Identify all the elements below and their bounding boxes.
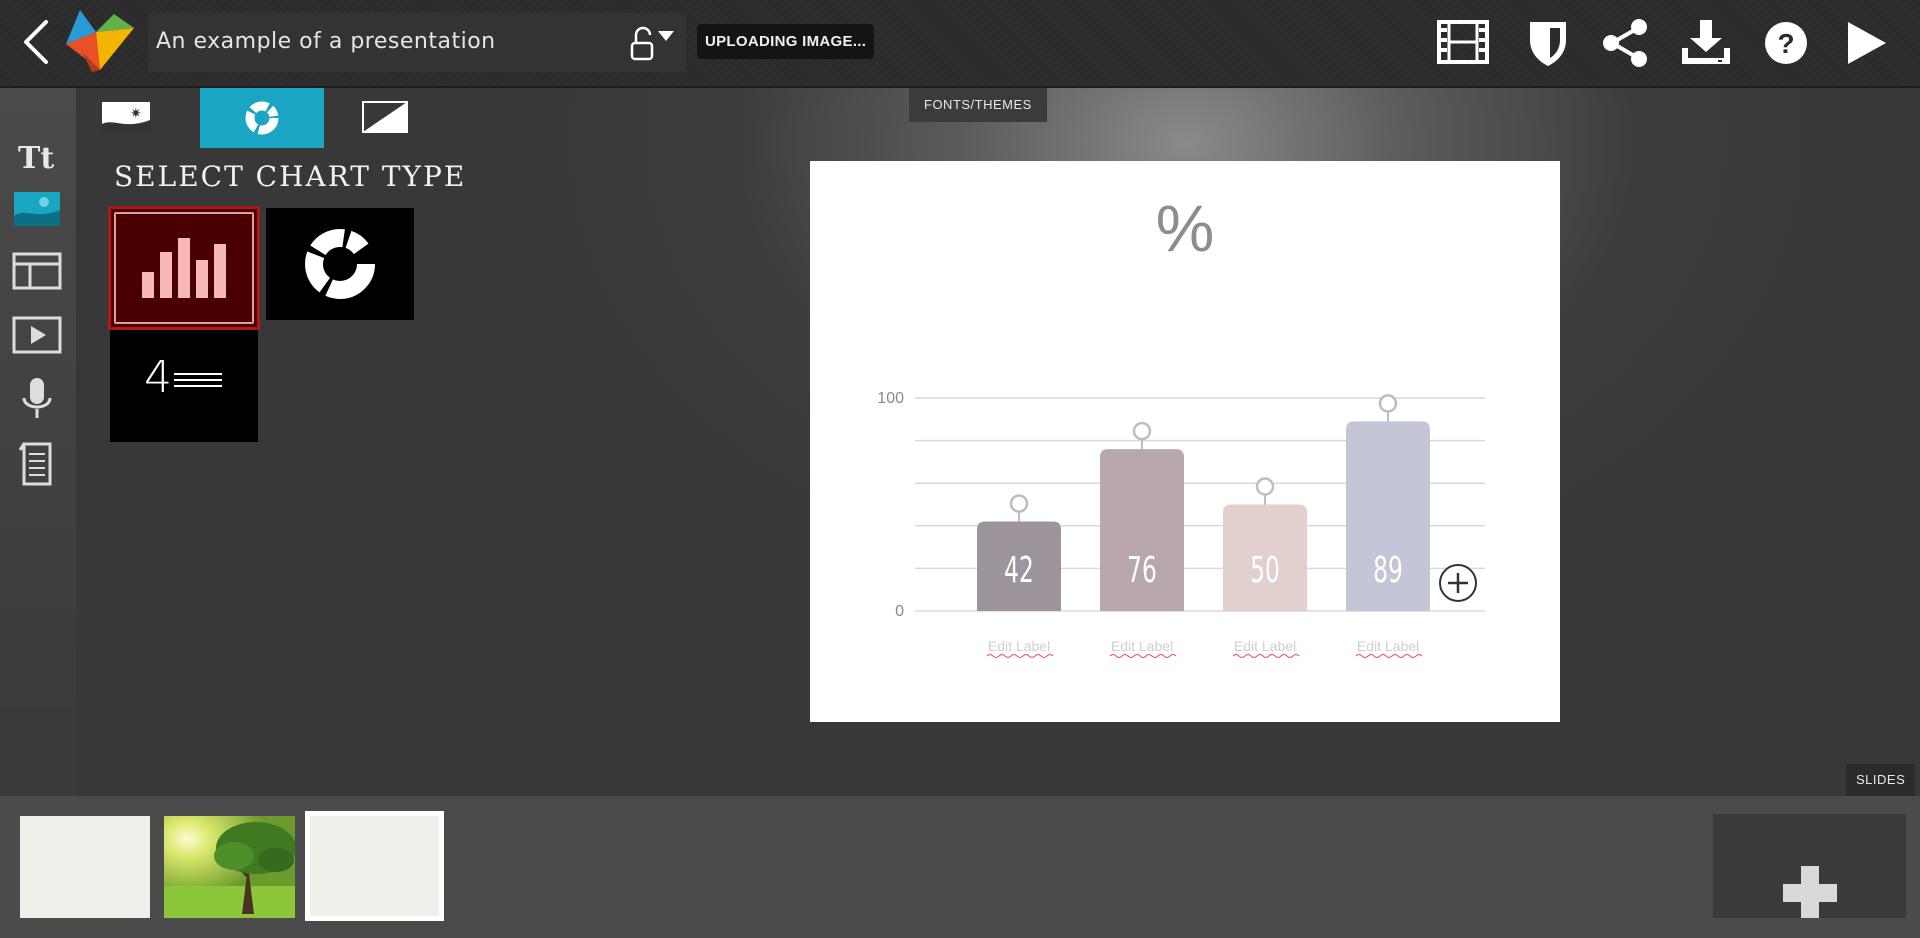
left-toolbar: Tt	[0, 88, 76, 708]
donut-chart-option[interactable]	[266, 208, 414, 320]
add-slide-button[interactable]	[1713, 814, 1906, 918]
svg-text:✷: ✷	[130, 106, 142, 122]
plus-icon	[1783, 866, 1837, 918]
image-tab-icon[interactable]: ✷	[100, 88, 152, 148]
bar-chart[interactable]: % 0 100 42 Edit Label 76 Edit Label 50 Edit Labe…	[810, 161, 1560, 722]
y-tick-label: 100	[877, 390, 904, 407]
chart-tab[interactable]	[200, 88, 324, 148]
bar-value-label: 50	[1250, 550, 1280, 591]
select-chart-type-heading: SELECT CHART TYPE	[114, 160, 467, 193]
text-tool-icon[interactable]: Tt	[10, 132, 64, 180]
spellcheck-underline	[1355, 654, 1423, 658]
image-tool-icon[interactable]	[10, 186, 64, 234]
bar-handle	[1255, 477, 1275, 496]
spellcheck-underline	[1232, 654, 1300, 658]
category-label[interactable]: Edit Label	[988, 638, 1050, 654]
slides-strip	[0, 796, 1920, 938]
chart-tab-icon	[245, 101, 279, 135]
background-tab-icon[interactable]	[360, 88, 410, 148]
slide-canvas[interactable]: % 0 100 42 Edit Label 76 Edit Label 50 Edit Labe…	[810, 161, 1560, 722]
bar-value-label: 89	[1373, 550, 1403, 591]
svg-text:Tt: Tt	[18, 141, 54, 176]
bar-handle	[1009, 494, 1029, 513]
help-icon[interactable]: ?	[1758, 18, 1814, 68]
chart-panel: ✷ SELECT CHART TYPE 4	[76, 88, 464, 708]
slide-thumb-1[interactable]	[20, 816, 150, 918]
bar-value-label: 42	[1004, 550, 1034, 591]
filmstrip-icon[interactable]	[1436, 18, 1492, 68]
category-label[interactable]: Edit Label	[1357, 638, 1419, 654]
share-icon[interactable]	[1598, 18, 1654, 68]
slide-thumb-2[interactable]	[164, 816, 295, 918]
y-tick-label: 0	[895, 603, 904, 620]
download-icon[interactable]	[1678, 18, 1734, 68]
category-label[interactable]: Edit Label	[1234, 638, 1296, 654]
video-tool-icon[interactable]	[10, 312, 64, 360]
number-chart-option[interactable]: 4	[110, 330, 258, 442]
number-chart-icon	[174, 373, 222, 387]
bar-handle	[1132, 421, 1152, 441]
bar-chart-icon	[142, 238, 226, 298]
lock-icon[interactable]	[628, 23, 680, 63]
svg-text:?: ?	[1777, 28, 1794, 59]
slides-tab[interactable]: SLIDES	[1846, 764, 1916, 796]
notes-icon[interactable]	[10, 440, 64, 488]
layout-tool-icon[interactable]	[10, 248, 64, 296]
chart-title: %	[1156, 191, 1215, 265]
back-icon[interactable]	[18, 16, 58, 68]
spellcheck-underline	[1109, 654, 1177, 658]
presentation-title-box[interactable]: An example of a presentation	[148, 13, 686, 72]
upload-status-badge: UPLOADING IMAGE...	[697, 24, 875, 59]
slide-thumb-3-preview	[310, 816, 439, 916]
tree-photo-image	[164, 816, 295, 918]
spellcheck-underline	[986, 654, 1054, 658]
top-bar: An example of a presentation UPLOADING I…	[0, 0, 1920, 88]
presentation-title[interactable]: An example of a presentation	[156, 29, 496, 54]
bar-chart-option[interactable]	[108, 206, 260, 330]
microphone-icon[interactable]	[10, 376, 64, 424]
play-icon[interactable]	[1838, 18, 1894, 68]
slide-thumb-3[interactable]	[305, 811, 444, 921]
donut-chart-icon	[305, 229, 375, 299]
fonts-themes-tab[interactable]: FONTS/THEMES	[909, 88, 1047, 122]
number-chart-glyph: 4	[144, 352, 172, 403]
shield-icon[interactable]	[1520, 18, 1576, 68]
logo-icon[interactable]	[62, 8, 138, 74]
category-label[interactable]: Edit Label	[1111, 638, 1173, 654]
bar-value-label: 76	[1127, 550, 1157, 591]
bar-handle	[1378, 394, 1398, 413]
